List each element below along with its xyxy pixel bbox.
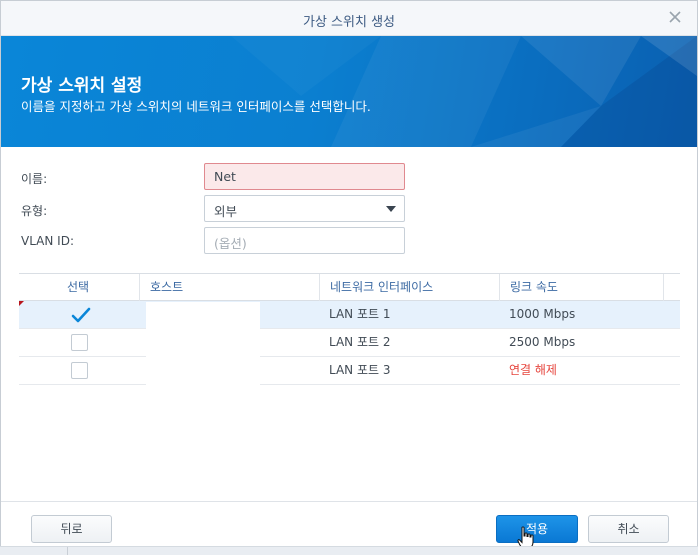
table-row[interactable]: LAN 포트 1 1000 Mbps [19,301,680,329]
column-network-interface[interactable]: 네트워크 인터페이스 [320,274,500,301]
column-select[interactable]: 선택 [19,274,140,301]
interface-cell: LAN 포트 2 [329,335,391,349]
apply-button[interactable]: 적용 [496,515,578,543]
column-link-speed[interactable]: 링크 속도 [500,274,664,301]
dirty-marker [19,301,24,306]
table-header: 선택 호스트 네트워크 인터페이스 링크 속도 [19,273,680,301]
speed-cell: 2500 Mbps [509,335,576,349]
divider [67,547,68,555]
type-select-value: 외부 [214,204,238,219]
column-host[interactable]: 호스트 [140,274,320,301]
name-input[interactable]: Net [204,163,405,190]
cancel-button[interactable]: 취소 [588,515,669,543]
table-row[interactable]: LAN 포트 2 2500 Mbps [19,329,680,357]
type-select[interactable]: 외부 [204,195,405,222]
row-checkbox[interactable] [71,306,91,323]
back-button[interactable]: 뒤로 [31,515,112,543]
title-bar[interactable]: 가상 스위치 생성 [1,1,697,36]
chevron-down-icon [386,206,396,212]
vlan-id-label: VLAN ID: [21,234,74,248]
host-cell-redacted [146,302,260,386]
checkmark-icon [71,307,91,323]
background-strip [0,546,698,555]
interface-table: 선택 호스트 네트워크 인터페이스 링크 속도 LAN 포트 1 1000 Mb… [19,273,680,386]
banner-subtitle: 이름을 지정하고 가상 스위치의 네트워크 인터페이스를 선택합니다. [21,99,371,114]
interface-cell: LAN 포트 3 [329,363,391,377]
vlan-id-input[interactable]: (옵션) [204,227,405,254]
dialog-title: 가상 스위치 생성 [303,15,395,30]
header-banner: 가상 스위치 설정 이름을 지정하고 가상 스위치의 네트워크 인터페이스를 선… [1,36,697,147]
create-virtual-switch-dialog: 가상 스위치 생성 가상 스위치 설정 이름을 지정하고 가상 스위치의 네트워… [0,0,698,555]
row-checkbox[interactable] [71,334,88,351]
row-checkbox[interactable] [71,362,88,379]
interface-cell: LAN 포트 1 [329,307,391,321]
close-icon[interactable] [667,10,683,26]
banner-heading: 가상 스위치 설정 [21,76,143,96]
name-label: 이름: [21,172,48,186]
speed-cell: 1000 Mbps [509,307,576,321]
speed-cell: 연결 해제 [509,363,557,377]
type-label: 유형: [21,204,48,218]
table-row[interactable]: LAN 포트 3 연결 해제 [19,357,680,385]
